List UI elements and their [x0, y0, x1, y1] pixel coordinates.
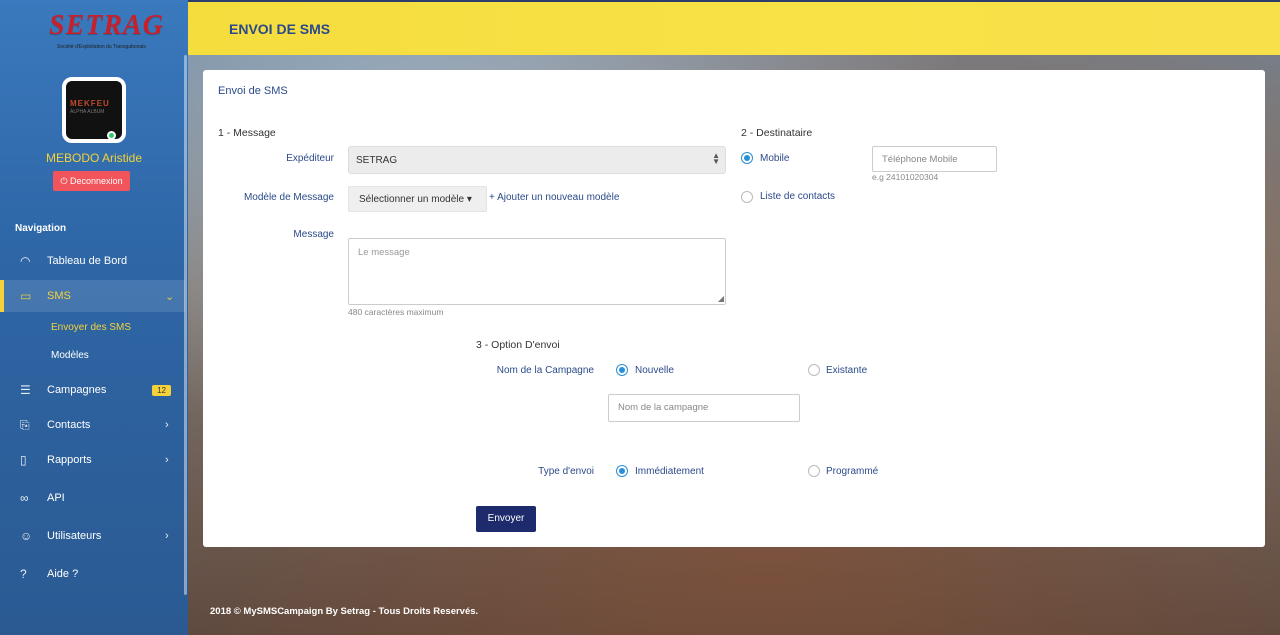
campaign-existing-radio[interactable]	[808, 364, 820, 376]
online-status-icon	[107, 131, 116, 140]
chevron-right-icon: ›	[165, 419, 169, 431]
sidebar-item-contacts[interactable]: ⎘ Contacts ›	[0, 409, 185, 441]
chevron-right-icon: ›	[165, 530, 169, 542]
avatar-text: MEKFEU	[70, 99, 110, 108]
section-message-title: 1 - Message	[218, 127, 276, 139]
chevron-right-icon: ›	[165, 454, 169, 466]
sender-label: Expéditeur	[286, 153, 334, 164]
top-bar: ENVOI DE SMS	[188, 0, 1280, 55]
sidebar-subitem-send-sms[interactable]: Envoyer des SMS	[51, 322, 131, 333]
avatar-subtext: ALPHA ALBUM	[70, 109, 105, 115]
sidebar-item-label: Aide ?	[47, 568, 79, 580]
footer-text: 2018 © MySMSCampaign By Setrag - Tous Dr…	[210, 606, 479, 617]
sidebar-item-help[interactable]: ? Aide ?	[0, 558, 185, 590]
message-label: Message	[293, 229, 334, 240]
send-button[interactable]: Envoyer	[476, 506, 536, 532]
campaign-name-input[interactable]: Nom de la campagne	[608, 394, 800, 422]
campaign-name-placeholder: Nom de la campagne	[618, 402, 709, 413]
sms-form-card: Envoi de SMS 1 - Message 2 - Destinatair…	[203, 70, 1265, 547]
setrag-logo[interactable]: SETRAG Société d'Exploitation du Transga…	[45, 8, 163, 52]
phone-input[interactable]: Téléphone Mobile	[872, 146, 997, 172]
sidebar-item-reports[interactable]: ▯ Rapports ›	[0, 444, 185, 476]
sidebar-item-label: Campagnes	[47, 384, 107, 396]
send-now-radio[interactable]	[616, 465, 628, 477]
dashboard-icon: ◠	[20, 254, 31, 268]
sidebar-item-label: Tableau de Bord	[47, 255, 128, 267]
campaigns-count-badge: 12	[152, 384, 171, 396]
sidebar: SETRAG Société d'Exploitation du Transga…	[0, 0, 188, 635]
recipient-contacts-label[interactable]: Liste de contacts	[760, 191, 835, 202]
recipient-contacts-radio[interactable]	[741, 191, 753, 203]
logo-text: SETRAG	[49, 10, 164, 41]
user-icon: ☺	[20, 529, 33, 543]
sidebar-item-sms[interactable]: ▭ SMS ⌄	[0, 280, 185, 312]
sender-select[interactable]: SETRAG ▲ ▼	[348, 146, 726, 174]
campaign-new-radio[interactable]	[616, 364, 628, 376]
campaign-name-label: Nom de la Campagne	[496, 365, 594, 376]
sidebar-item-dashboard[interactable]: ◠ Tableau de Bord	[0, 245, 185, 277]
template-dropdown-label: Sélectionner un modèle	[359, 194, 465, 205]
sidebar-item-label: Rapports	[47, 454, 92, 466]
sidebar-scrollbar[interactable]	[184, 55, 187, 595]
list-icon: ☰	[20, 383, 31, 397]
template-label: Modèle de Message	[243, 192, 334, 203]
book-icon: ▯	[20, 453, 27, 467]
add-template-link[interactable]: + Ajouter un nouveau modèle	[489, 192, 619, 203]
section-recipient-title: 2 - Destinataire	[741, 127, 813, 139]
sender-value: SETRAG	[356, 155, 398, 166]
caret-down-icon: ▾	[466, 194, 472, 205]
send-scheduled-label[interactable]: Programmé	[826, 466, 878, 477]
page-title: ENVOI DE SMS	[229, 21, 331, 37]
send-scheduled-radio[interactable]	[808, 465, 820, 477]
help-icon: ?	[20, 567, 27, 581]
message-placeholder: Le message	[358, 247, 410, 258]
logout-label: Deconnexion	[70, 176, 123, 186]
send-now-label[interactable]: Immédiatement	[635, 466, 704, 477]
sidebar-item-users[interactable]: ☺ Utilisateurs ›	[0, 520, 185, 552]
logout-button[interactable]: ⏻ Deconnexion	[53, 171, 130, 191]
user-name: MEBODO Aristide	[45, 151, 143, 165]
logo-tagline: Société d'Exploitation du Transgabonais	[57, 44, 146, 50]
recipient-mobile-radio[interactable]	[741, 152, 753, 164]
phone-hint: e.g 24101020304	[872, 172, 939, 182]
campaign-existing-label[interactable]: Existante	[826, 365, 867, 376]
sidebar-subitem-templates[interactable]: Modèles	[51, 350, 89, 361]
chevron-down-icon: ⌄	[165, 290, 175, 303]
recipient-mobile-label[interactable]: Mobile	[760, 153, 789, 164]
sidebar-item-label: SMS	[47, 290, 71, 302]
phone-placeholder: Téléphone Mobile	[882, 154, 958, 165]
message-icon: ▭	[20, 289, 32, 303]
sidebar-item-label: Utilisateurs	[47, 530, 102, 542]
sidebar-item-campaigns[interactable]: ☰ Campagnes 12	[0, 374, 185, 406]
send-type-label: Type d'envoi	[538, 466, 594, 477]
message-hint: 480 caractères maximum	[348, 307, 444, 317]
nav-heading: Navigation	[15, 223, 67, 234]
card-title: Envoi de SMS	[218, 85, 288, 97]
section-send-options-title: 3 - Option D'envoi	[476, 339, 560, 351]
bookmark-icon: ⎘	[20, 417, 30, 432]
sidebar-item-label: Contacts	[47, 419, 91, 431]
template-dropdown-button[interactable]: Sélectionner un modèle ▾	[348, 186, 487, 212]
sidebar-item-api[interactable]: ∞ API	[0, 482, 185, 514]
select-arrows-icon: ▲ ▼	[712, 151, 720, 166]
message-textarea[interactable]: Le message ◢	[348, 238, 726, 305]
link-icon: ∞	[20, 491, 29, 505]
campaign-new-label[interactable]: Nouvelle	[635, 365, 674, 376]
sidebar-item-label: API	[47, 492, 65, 504]
resize-grip-icon[interactable]: ◢	[718, 294, 724, 303]
avatar: MEKFEU ALPHA ALBUM	[62, 77, 126, 143]
